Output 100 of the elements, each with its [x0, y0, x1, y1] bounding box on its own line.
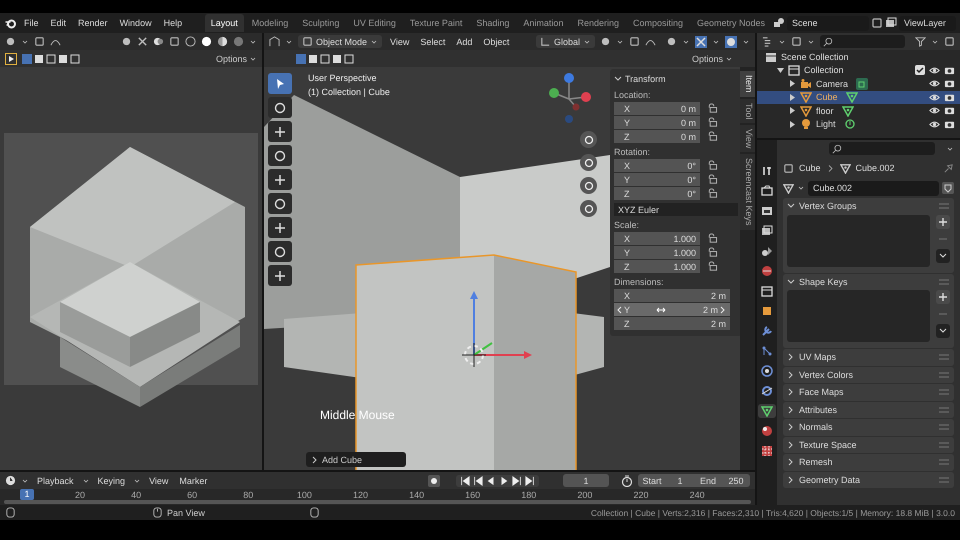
outliner-icon[interactable] — [762, 36, 773, 47]
current-frame-field[interactable]: 1 — [563, 474, 609, 487]
outliner-row[interactable]: Cube — [757, 90, 960, 104]
outliner-row[interactable]: Collection — [757, 64, 960, 77]
panel-title[interactable]: Texture Space — [799, 440, 857, 450]
caret-icon[interactable] — [249, 54, 257, 62]
select-cursor-icon[interactable] — [268, 73, 292, 94]
end-frame-field[interactable]: 250 — [722, 476, 750, 486]
caret-icon[interactable] — [725, 54, 733, 62]
stopwatch-icon[interactable] — [621, 474, 633, 486]
lock-icon[interactable] — [706, 117, 718, 128]
caret-icon[interactable] — [133, 476, 142, 484]
material-shading-icon[interactable] — [217, 36, 228, 47]
workspace-tab[interactable]: Layout — [204, 14, 244, 32]
scene-icon[interactable] — [773, 17, 786, 29]
panel-title[interactable]: UV Maps — [799, 352, 836, 362]
search-field[interactable] — [820, 35, 905, 48]
mesh-data-icon[interactable] — [842, 104, 854, 117]
panel-title[interactable]: Face Maps — [799, 387, 844, 398]
move-icon[interactable] — [268, 121, 292, 142]
caret-icon[interactable] — [946, 144, 954, 152]
panel-title[interactable]: Attributes — [799, 404, 838, 415]
caret-icon[interactable] — [370, 38, 378, 46]
prev-keyframe-icon[interactable] — [473, 476, 483, 486]
scrollbar[interactable] — [4, 500, 751, 504]
timeline-ruler[interactable]: 1 20 40 60 80 100 120 140 160 180 200 220 240 — [0, 489, 755, 505]
fake-user-icon[interactable] — [942, 182, 954, 194]
caret-icon[interactable] — [682, 38, 690, 46]
collapse-arrow-icon[interactable] — [789, 80, 796, 88]
sidebar-tab[interactable]: View — [740, 125, 755, 152]
caret-icon[interactable] — [778, 38, 786, 46]
chevron-right-icon[interactable] — [787, 440, 795, 449]
number-field[interactable]: Y 1.000 — [614, 246, 700, 259]
chevron-right-icon[interactable] — [787, 476, 795, 484]
lock-icon[interactable] — [706, 131, 718, 142]
lock-icon[interactable] — [706, 103, 718, 114]
view-layer-field[interactable]: ViewLayer — [899, 16, 956, 30]
eye-icon[interactable] — [929, 105, 940, 116]
menu-item[interactable]: Keying — [94, 476, 128, 486]
eye-icon[interactable] — [929, 78, 940, 90]
caret-icon[interactable] — [712, 38, 720, 46]
checkbox[interactable] — [915, 65, 925, 76]
rendered-shading-icon[interactable] — [233, 36, 244, 47]
play-reverse-icon[interactable] — [486, 476, 496, 486]
lock-icon[interactable] — [706, 233, 718, 244]
number-field[interactable]: X 1.000 — [614, 232, 700, 245]
data-tab[interactable] — [758, 404, 776, 418]
next-keyframe-icon[interactable] — [512, 476, 522, 486]
caret-icon[interactable] — [285, 38, 293, 46]
caret-icon[interactable] — [742, 38, 750, 46]
editor-type-icon[interactable] — [269, 36, 280, 47]
sidebar-tab[interactable]: Tool — [740, 98, 755, 124]
mesh-name-field[interactable]: Cube.002 — [808, 180, 939, 196]
menu-item[interactable]: Window — [114, 16, 157, 30]
number-field[interactable]: X 0 m — [614, 102, 700, 115]
chevron-right-icon[interactable] — [312, 456, 318, 464]
play-icon[interactable] — [499, 476, 509, 486]
lock-icon[interactable] — [706, 261, 718, 272]
workspace-tab[interactable]: Sculpting — [296, 14, 346, 32]
options-dropdown[interactable]: Options — [692, 54, 733, 64]
rotation-mode-dropdown[interactable]: XYZ Euler — [614, 203, 738, 216]
menu-item[interactable]: Object — [480, 36, 512, 46]
add-icon[interactable] — [936, 290, 950, 304]
eye-icon[interactable] — [929, 64, 940, 76]
workspace-tab[interactable]: Modeling — [246, 14, 294, 32]
chevron-right-icon[interactable] — [787, 406, 795, 414]
expand-arrow-icon[interactable] — [777, 66, 784, 74]
number-field[interactable]: Y 2 m — [614, 303, 730, 316]
chevron-right-icon[interactable] — [787, 423, 795, 432]
jump-start-icon[interactable] — [460, 476, 470, 486]
light-data-icon[interactable] — [844, 118, 856, 130]
chevron-down-icon[interactable] — [787, 278, 795, 286]
menu-item[interactable]: Select — [417, 36, 448, 46]
lock-icon[interactable] — [706, 247, 718, 258]
chevron-right-icon[interactable] — [787, 353, 795, 362]
panel-title[interactable]: Vertex Colors — [799, 370, 854, 380]
mode-dropdown[interactable]: Object Mode — [298, 35, 382, 48]
menu-item[interactable]: View — [387, 36, 412, 46]
record-icon[interactable] — [428, 474, 440, 486]
chevron-down-icon[interactable] — [787, 202, 795, 210]
menu-item[interactable]: View — [146, 476, 172, 486]
panel-title[interactable]: Geometry Data — [799, 474, 860, 485]
collapse-arrow-icon[interactable] — [789, 107, 796, 114]
workspace-tab[interactable]: Shading — [470, 14, 516, 32]
overlay-icon[interactable] — [725, 36, 737, 48]
filter-icon[interactable] — [915, 36, 926, 47]
start-frame-field[interactable]: 1 — [666, 476, 694, 486]
workspace-tab[interactable]: Geometry Nodes — [691, 14, 772, 32]
panel-title[interactable]: Shape Keys — [799, 276, 848, 287]
panel-title[interactable]: Remesh — [799, 457, 833, 468]
collapse-arrow-icon[interactable] — [789, 94, 796, 101]
chevron-right-icon[interactable] — [787, 370, 795, 379]
workspace-tab[interactable]: UV Editing — [347, 14, 402, 32]
select-mode-icons[interactable] — [296, 52, 354, 64]
select-mode-icons[interactable] — [22, 52, 80, 64]
last-operator-panel[interactable]: Add Cube — [306, 452, 406, 467]
workspace-tab[interactable]: Rendering — [571, 14, 625, 32]
caret-icon[interactable] — [807, 38, 815, 46]
number-field[interactable]: Z 1.000 — [614, 260, 700, 273]
target-cursor-icon[interactable] — [268, 97, 292, 118]
